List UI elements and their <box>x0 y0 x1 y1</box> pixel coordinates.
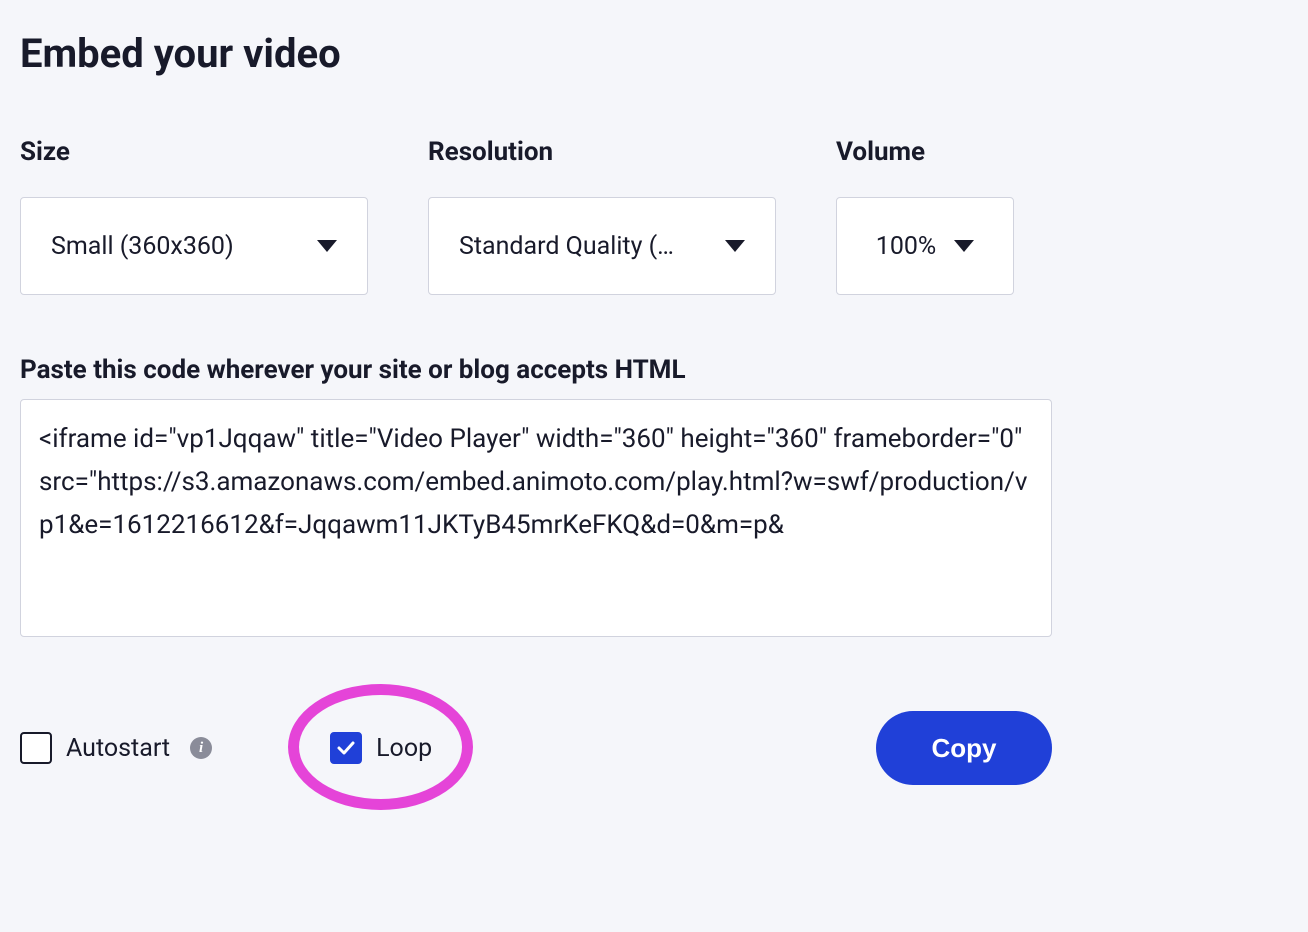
volume-label: Volume <box>836 137 1014 167</box>
resolution-select-value: Standard Quality (… <box>459 232 674 261</box>
embed-code-label: Paste this code wherever your site or bl… <box>20 355 1288 385</box>
resolution-field-group: Resolution Standard Quality (… <box>428 137 776 295</box>
resolution-select[interactable]: Standard Quality (… <box>428 197 776 295</box>
caret-down-icon <box>954 240 974 252</box>
copy-button[interactable]: Copy <box>876 711 1052 785</box>
options-row: Size Small (360x360) Resolution Standard… <box>20 137 1288 295</box>
volume-select[interactable]: 100% <box>836 197 1014 295</box>
embed-code-textarea[interactable]: <iframe id="vp1Jqqaw" title="Video Playe… <box>20 399 1052 637</box>
autostart-label: Autostart <box>66 734 170 763</box>
size-label: Size <box>20 137 368 167</box>
autostart-option: Autostart i <box>20 732 212 764</box>
autostart-checkbox[interactable] <box>20 732 52 764</box>
size-select[interactable]: Small (360x360) <box>20 197 368 295</box>
bottom-row: Autostart i Loop Copy <box>20 637 1052 785</box>
info-icon[interactable]: i <box>190 737 212 759</box>
size-select-value: Small (360x360) <box>51 232 234 261</box>
loop-option: Loop <box>330 732 432 764</box>
caret-down-icon <box>725 240 745 252</box>
volume-field-group: Volume 100% <box>836 137 1014 295</box>
size-field-group: Size Small (360x360) <box>20 137 368 295</box>
loop-checkbox[interactable] <box>330 732 362 764</box>
volume-select-value: 100% <box>876 232 936 261</box>
resolution-label: Resolution <box>428 137 776 167</box>
loop-label: Loop <box>376 734 432 763</box>
caret-down-icon <box>317 240 337 252</box>
page-title: Embed your video <box>20 30 1288 77</box>
